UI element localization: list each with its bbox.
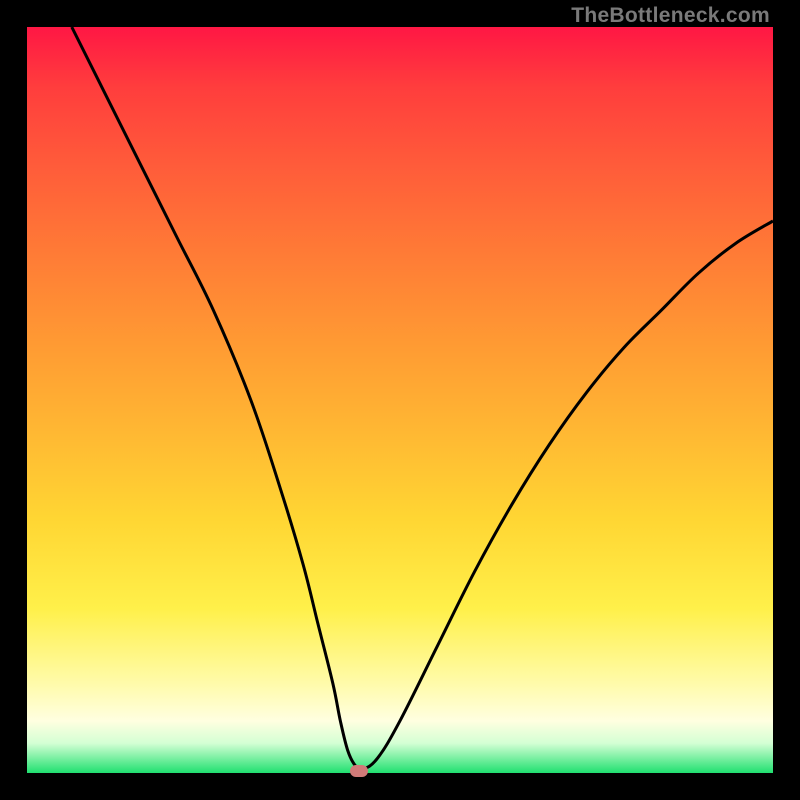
watermark-text: TheBottleneck.com bbox=[571, 4, 770, 28]
outer-frame: TheBottleneck.com bbox=[0, 0, 800, 800]
optimum-marker bbox=[350, 765, 368, 777]
bottleneck-curve bbox=[72, 27, 773, 770]
curve-svg bbox=[27, 27, 773, 773]
plot-area bbox=[27, 27, 773, 773]
